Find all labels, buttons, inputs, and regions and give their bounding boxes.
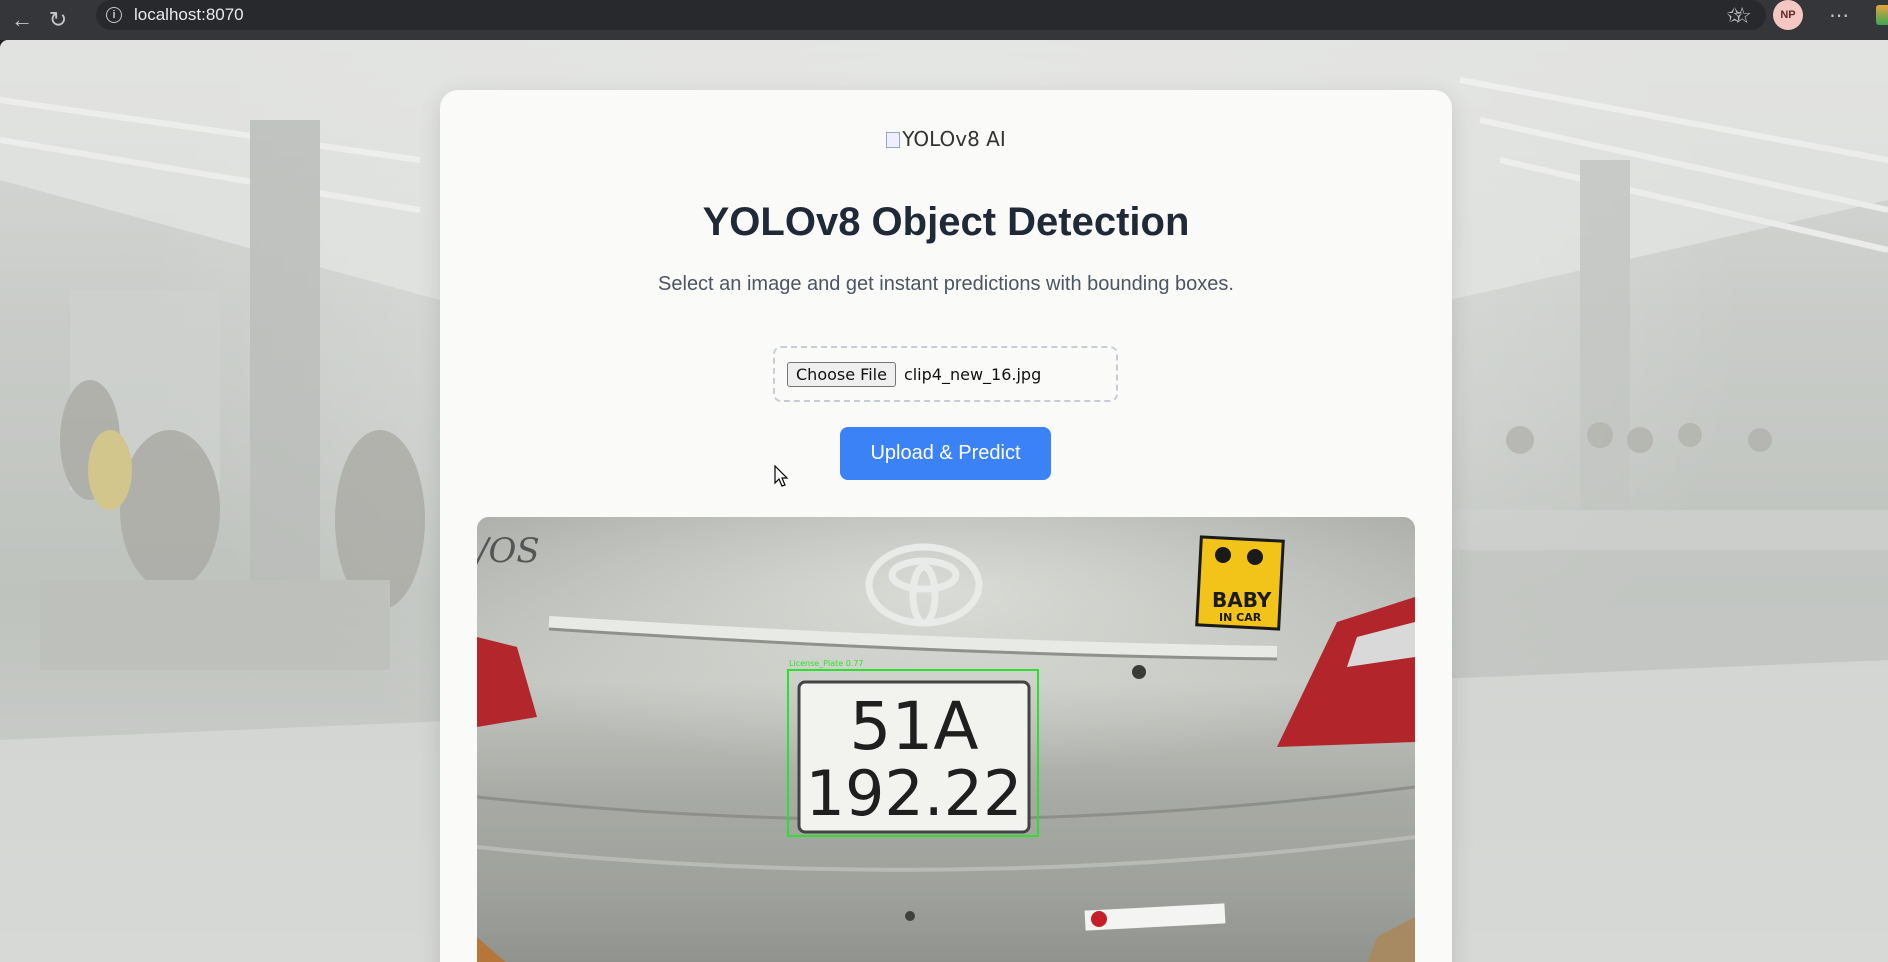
url-text: localhost:8070 xyxy=(134,5,244,24)
logo-image: YOLOv8 AI xyxy=(440,127,1452,151)
baby-in-car-sticker: BABY IN CAR xyxy=(1195,535,1285,631)
main-card: YOLOv8 AI YOLOv8 Object Detection Select… xyxy=(440,90,1452,962)
reload-icon[interactable]: ↻ xyxy=(40,2,76,38)
choose-file-button[interactable]: Choose File xyxy=(787,361,896,387)
address-bar[interactable]: i localhost:8070 ☆ xyxy=(96,0,1766,30)
logo-alt-text: YOLOv8 AI xyxy=(902,127,1006,151)
file-input[interactable]: Choose File clip4_new_16.jpg xyxy=(773,346,1118,402)
back-icon[interactable]: ← xyxy=(4,2,40,38)
svg-text:51A: 51A xyxy=(849,688,978,765)
svg-text:BABY: BABY xyxy=(1212,588,1272,612)
detection-label: License_Plate 0.77 xyxy=(789,659,864,668)
mouse-cursor-icon xyxy=(774,465,789,487)
site-info-icon[interactable]: i xyxy=(106,7,122,23)
model-badge: /OS xyxy=(477,531,540,571)
svg-text:IN CAR: IN CAR xyxy=(1219,611,1262,624)
page-viewport: YOLOv8 AI YOLOv8 Object Detection Select… xyxy=(0,40,1888,962)
svg-text:192.22: 192.22 xyxy=(806,757,1023,830)
car-photo: /OS BABY IN CAR 51A 192.22 License_Plate… xyxy=(477,517,1415,962)
extension-icon[interactable] xyxy=(1876,5,1888,25)
favorites-icon[interactable]: ✩ xyxy=(1726,3,1743,28)
page-title: YOLOv8 Object Detection xyxy=(702,200,1190,244)
broken-image-icon xyxy=(886,132,901,148)
browser-toolbar: ← ↻ i localhost:8070 ☆ ✩ NP ⋯ xyxy=(0,0,1888,40)
profile-avatar[interactable]: NP xyxy=(1773,0,1803,30)
more-menu-icon[interactable]: ⋯ xyxy=(1829,3,1850,28)
license-plate: 51A 192.22 xyxy=(797,680,1031,834)
prediction-result-image: /OS BABY IN CAR 51A 192.22 License_Plate… xyxy=(477,517,1415,962)
selected-file-name: clip4_new_16.jpg xyxy=(903,364,1042,384)
upload-predict-button[interactable]: Upload & Predict xyxy=(840,427,1051,480)
page-subtitle: Select an image and get instant predicti… xyxy=(658,273,1234,295)
